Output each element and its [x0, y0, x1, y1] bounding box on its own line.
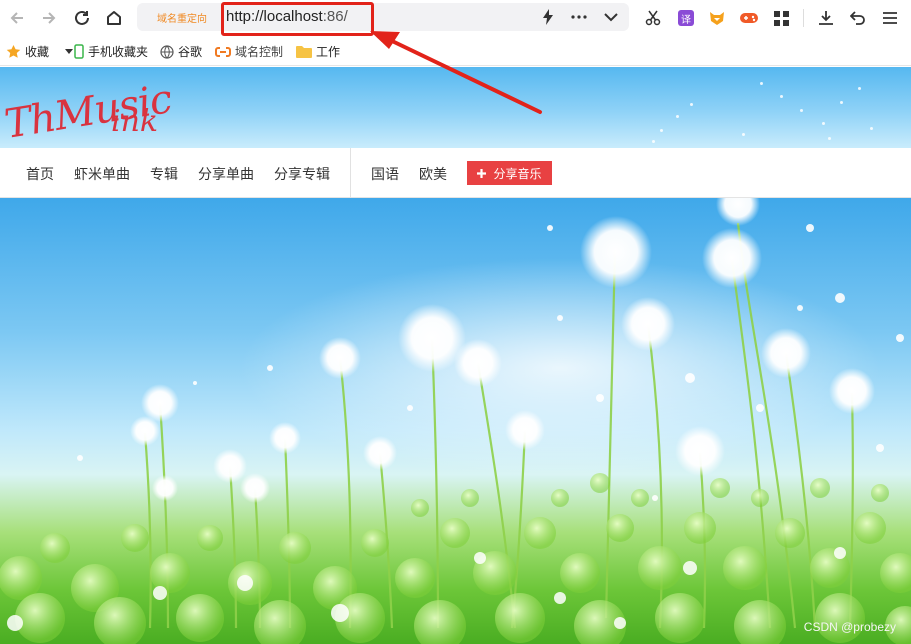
menu-icon[interactable]	[879, 7, 901, 29]
nav-western[interactable]: 欧美	[419, 164, 447, 184]
bookmark-work[interactable]: 工作	[296, 43, 340, 60]
apps-grid-icon[interactable]	[770, 7, 792, 29]
caret-down-icon[interactable]	[65, 48, 74, 55]
nav-divider	[350, 148, 351, 198]
bookmark-favorites[interactable]: 收藏	[6, 43, 74, 60]
bookmark-mobile[interactable]: 手机收藏夹	[74, 43, 148, 60]
toolbar-divider	[803, 9, 804, 27]
share-music-button[interactable]: 分享音乐	[467, 161, 552, 185]
site-logo-line2[interactable]: ink	[111, 104, 158, 139]
browser-toolbar: 域名重定向 http://localhost:86/ 译	[0, 0, 911, 36]
bookmarks-bar: 收藏 手机收藏夹 谷歌 域名控制 工作	[0, 36, 911, 66]
scissors-icon[interactable]	[642, 7, 664, 29]
translate-icon[interactable]: 译	[675, 7, 697, 29]
address-bar[interactable]: 域名重定向	[137, 3, 629, 31]
plus-icon	[477, 168, 487, 178]
bookmark-google[interactable]: 谷歌	[160, 43, 202, 60]
fox-extension-icon[interactable]	[706, 7, 728, 29]
back-icon[interactable]	[6, 7, 28, 29]
nav-share-albums[interactable]: 分享专辑	[274, 164, 330, 184]
nav-xiami-singles[interactable]: 虾米单曲	[74, 164, 130, 184]
nav-share-singles[interactable]: 分享单曲	[198, 164, 254, 184]
game-extension-icon[interactable]	[738, 7, 760, 29]
address-tag[interactable]: 域名重定向	[157, 10, 207, 25]
undo-icon[interactable]	[847, 7, 869, 29]
nav-albums[interactable]: 专辑	[150, 164, 178, 184]
csdn-watermark: CSDN @probezy	[803, 620, 896, 634]
hero-banner-image: CSDN @probezy	[0, 198, 911, 644]
folder-icon	[296, 46, 312, 58]
phone-icon	[74, 44, 84, 59]
link-icon	[215, 46, 231, 57]
reload-icon[interactable]	[71, 7, 93, 29]
nav-mandarin[interactable]: 国语	[371, 164, 399, 184]
home-icon[interactable]	[103, 7, 125, 29]
dandelion-meadow-illustration	[0, 198, 911, 644]
site-nav: 首页 虾米单曲 专辑 分享单曲 分享专辑 国语 欧美 分享音乐	[0, 148, 911, 198]
star-icon	[6, 44, 21, 58]
bolt-icon[interactable]	[537, 6, 559, 28]
forward-icon[interactable]	[38, 7, 60, 29]
more-icon[interactable]	[568, 6, 590, 28]
chevron-down-icon[interactable]	[600, 6, 622, 28]
url-highlight-box	[221, 2, 374, 36]
site-header-banner: ThMusic ink	[0, 67, 911, 148]
bookmark-domain-control[interactable]: 域名控制	[215, 43, 283, 60]
globe-icon	[160, 44, 174, 59]
download-icon[interactable]	[815, 7, 837, 29]
nav-home[interactable]: 首页	[26, 164, 54, 184]
